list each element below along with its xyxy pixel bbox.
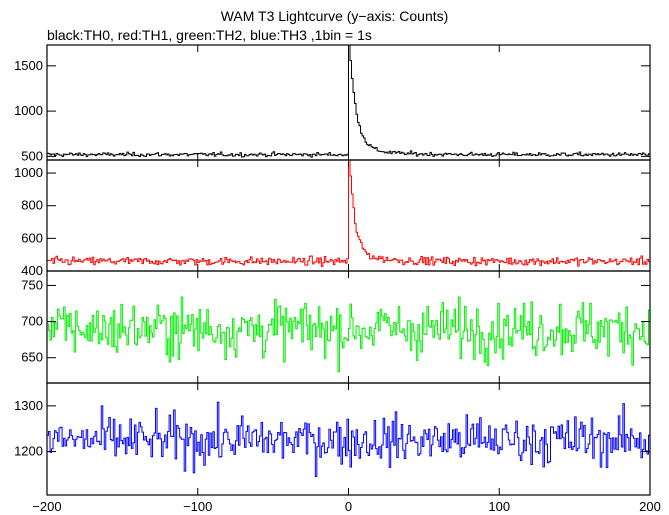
figure: WAM T3 Lightcurve (y−axis: Counts) black… bbox=[0, 0, 669, 515]
series-line-TH1 bbox=[47, 160, 650, 267]
y-tick-label: 700 bbox=[21, 314, 43, 329]
series-line-TH0 bbox=[47, 45, 650, 158]
panel-TH3: 1200 1300 bbox=[14, 382, 651, 496]
y-tick-label: 1200 bbox=[14, 444, 43, 459]
y-tick-label: 650 bbox=[21, 350, 43, 365]
y-tick-label: 500 bbox=[21, 148, 43, 163]
lightcurve-plot: 5001000150040060080010006507007501200130… bbox=[14, 44, 661, 514]
x-tick-label: 200 bbox=[639, 499, 661, 514]
panel-TH2: 650 700 750 bbox=[21, 270, 651, 384]
y-tick-label: 1300 bbox=[14, 398, 43, 413]
y-tick-label: 800 bbox=[21, 198, 43, 213]
series-line-TH3 bbox=[47, 401, 650, 477]
x-tick-label: 100 bbox=[488, 499, 510, 514]
y-tick-label: 1500 bbox=[14, 58, 43, 73]
y-tick-label: 400 bbox=[21, 263, 43, 278]
series-line-TH2 bbox=[47, 296, 650, 373]
x-tick-label: 0 bbox=[345, 499, 352, 514]
y-tick-label: 1000 bbox=[14, 165, 43, 180]
panel-TH1: 400 600 800 1000 bbox=[14, 159, 651, 278]
y-tick-label: 1000 bbox=[14, 103, 43, 118]
y-tick-label: 600 bbox=[21, 230, 43, 245]
panel-TH0: 500 1000 1500 bbox=[14, 44, 651, 163]
x-tick-label: −200 bbox=[32, 499, 61, 514]
x-tick-label: −100 bbox=[183, 499, 212, 514]
y-tick-label: 750 bbox=[21, 277, 43, 292]
